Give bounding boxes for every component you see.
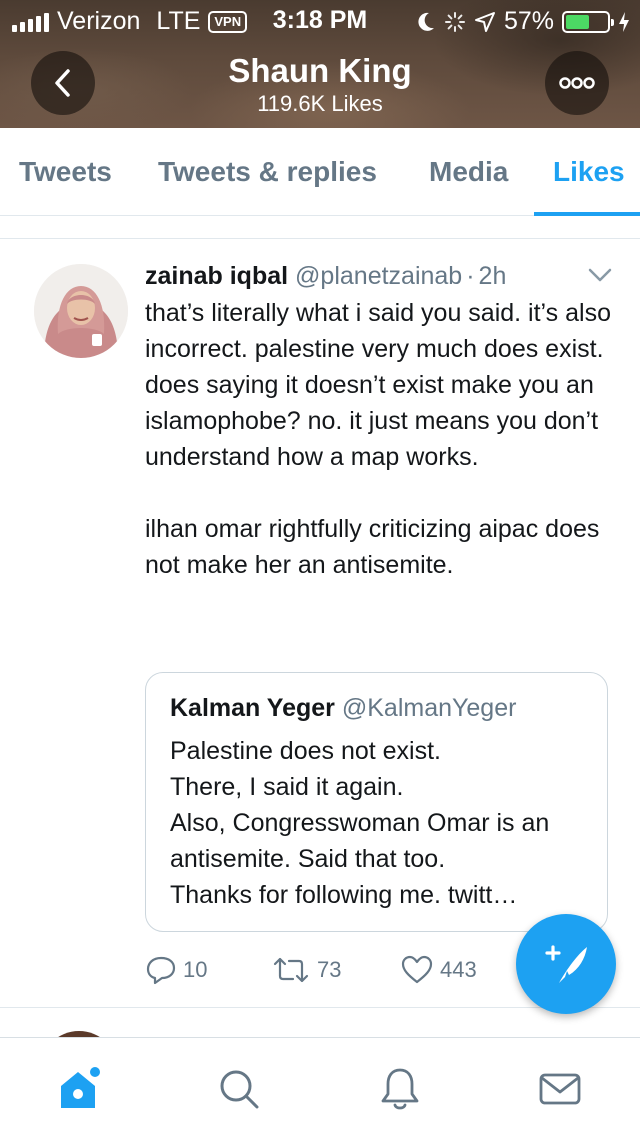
compose-tweet-button[interactable] [516, 914, 616, 1014]
reply-icon [146, 956, 176, 985]
search-icon [220, 1070, 259, 1109]
retweet-icon [273, 957, 309, 983]
tab-likes[interactable]: Likes [553, 155, 625, 189]
quoted-tweet-header: Kalman Yeger @KalmanYeger [170, 692, 516, 724]
tweet-header: zainab iqbal @planetzainab · 2h [145, 260, 506, 292]
like-button[interactable]: 443 [400, 952, 477, 988]
quoted-tweet-text: Palestine does not exist. There, I said … [170, 737, 550, 909]
next-tweet-edge [0, 1009, 640, 1037]
tweet-time: 2h [478, 262, 507, 290]
nav-messages[interactable] [537, 1066, 583, 1112]
author-name[interactable]: zainab iqbal [145, 262, 288, 290]
like-count: 443 [440, 957, 477, 982]
retweet-count: 73 [317, 957, 342, 982]
ellipsis-icon [559, 77, 595, 89]
home-icon [61, 1067, 100, 1108]
chevron-down-icon[interactable] [588, 268, 612, 282]
tab-tweets[interactable]: Tweets [19, 155, 112, 189]
profile-header: Verizon LTE VPN 3:18 PM 57% Shaun King 1… [0, 0, 640, 128]
nav-home[interactable] [57, 1066, 103, 1112]
avatar[interactable] [34, 264, 128, 358]
profile-title: Shaun King 119.6K Likes [0, 52, 640, 117]
retweet-button[interactable]: 73 [271, 952, 341, 988]
reply-count: 10 [183, 957, 208, 982]
moon-icon [418, 12, 434, 31]
profile-tabs: Tweets Tweets & replies Media Likes [0, 128, 640, 216]
messages-icon [539, 1073, 581, 1105]
profile-name: Shaun King [228, 52, 412, 89]
battery-percent: 57% [503, 7, 554, 35]
heart-icon [401, 955, 433, 984]
likes-count: 119.6K Likes [257, 91, 383, 116]
quoted-author-handle: @KalmanYeger [341, 694, 517, 722]
bottom-tab-bar [0, 1037, 640, 1136]
more-button[interactable] [545, 51, 609, 115]
tab-tweets-and-replies[interactable]: Tweets & replies [158, 155, 377, 189]
quoted-tweet[interactable]: Kalman Yeger @KalmanYeger Palestine does… [145, 672, 608, 932]
nav-search[interactable] [216, 1066, 262, 1112]
activity-spinner-icon [444, 11, 465, 32]
active-tab-indicator [534, 212, 640, 216]
charging-bolt-icon [619, 11, 629, 32]
compose-feather-icon [545, 945, 587, 983]
tab-media[interactable]: Media [429, 155, 508, 189]
notifications-icon [381, 1068, 419, 1110]
previous-tweet-edge [0, 217, 640, 239]
status-bar: Verizon LTE VPN 3:18 PM 57% [0, 0, 640, 40]
avatar-image [34, 264, 128, 358]
battery-icon [562, 10, 614, 33]
tweet[interactable]: zainab iqbal @planetzainab · 2h that’s lit… [0, 240, 640, 1008]
nav-notifications[interactable] [377, 1066, 423, 1112]
tweet-text: that’s literally what i said you said. i… [145, 299, 611, 579]
location-arrow-icon [474, 11, 495, 32]
author-handle[interactable]: @planetzainab [295, 262, 462, 290]
screen: Verizon LTE VPN 3:18 PM 57% Shaun King 1… [0, 0, 640, 1136]
separator-dot: · [466, 262, 475, 290]
reply-button[interactable]: 10 [145, 952, 207, 988]
tweet-actions: 10 73 443 [145, 952, 505, 992]
quoted-author-name: Kalman Yeger [170, 694, 335, 722]
